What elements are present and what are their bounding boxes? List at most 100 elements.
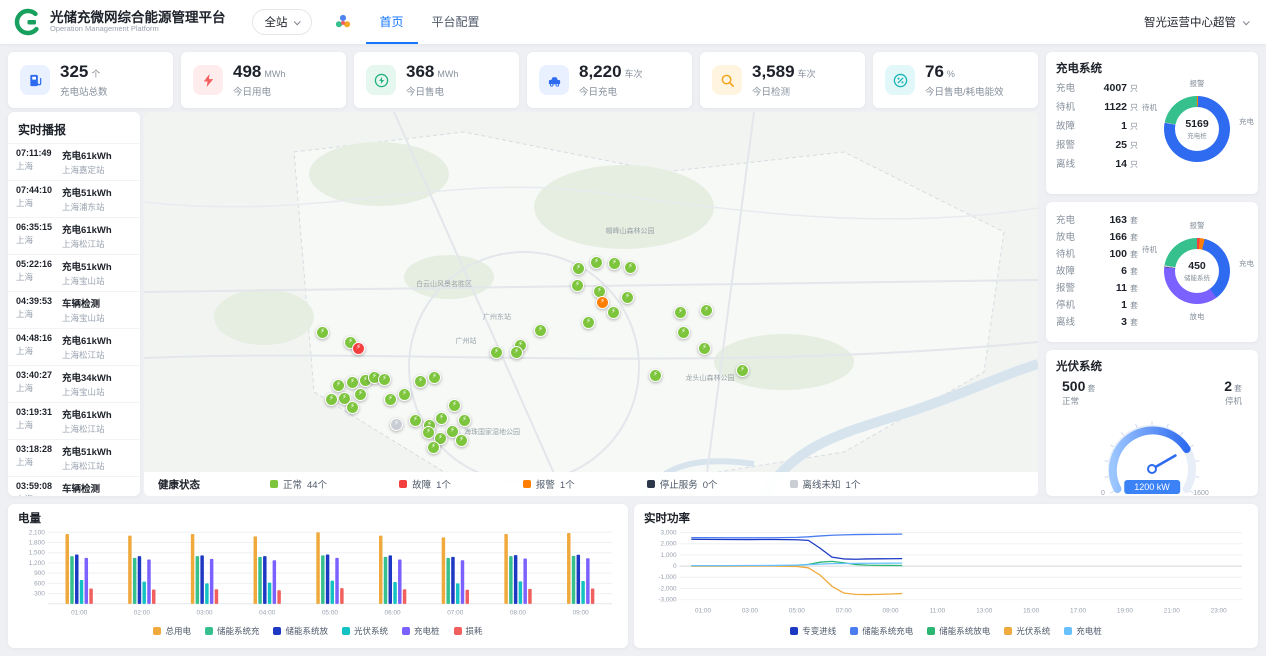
map-marker-normal[interactable]: ⚡ (571, 279, 584, 292)
map-marker-normal[interactable]: ⚡ (700, 304, 713, 317)
efficiency-icon (885, 65, 915, 95)
map-marker-normal[interactable]: ⚡ (582, 316, 595, 329)
user-menu[interactable]: 智光运营中心超管 (1144, 14, 1248, 30)
map-marker-normal[interactable]: ⚡ (428, 371, 441, 384)
health-legend-item[interactable]: 正常44个 (270, 477, 327, 491)
energy-chart-title: 电量 (18, 510, 618, 526)
broadcast-item-time-col: 03:19:31上海 (16, 407, 56, 435)
map-marker-normal[interactable]: ⚡ (455, 434, 468, 447)
map-marker-normal[interactable]: ⚡ (316, 326, 329, 339)
kpi-unit: 个 (91, 67, 100, 80)
health-legend-swatch (523, 480, 531, 488)
pv-normal-stat: 500 套 正常 (1062, 378, 1095, 407)
map-marker-normal[interactable]: ⚡ (698, 342, 711, 355)
chart-legend-item[interactable]: 储能系统充电 (850, 625, 913, 637)
map-marker-normal[interactable]: ⚡ (378, 373, 391, 386)
broadcast-item[interactable]: 04:48:16上海充电61kWh上海松江站 (8, 328, 140, 365)
map-marker-normal[interactable]: ⚡ (490, 346, 503, 359)
map-marker-normal[interactable]: ⚡ (534, 324, 547, 337)
map-marker-normal[interactable]: ⚡ (414, 375, 427, 388)
svg-text:-2,000: -2,000 (658, 586, 677, 593)
svg-text:300: 300 (34, 591, 45, 598)
map-marker-normal[interactable]: ⚡ (427, 441, 440, 454)
map-marker-normal[interactable]: ⚡ (674, 306, 687, 319)
tab-platform-config[interactable]: 平台配置 (418, 0, 494, 44)
kpi-label: 今日检测 (752, 84, 816, 98)
map-marker-normal[interactable]: ⚡ (608, 257, 621, 270)
map-marker-normal[interactable]: ⚡ (409, 414, 422, 427)
health-legend-item[interactable]: 停止服务0个 (647, 477, 718, 491)
chart-legend-item[interactable]: 总用电 (153, 625, 191, 637)
chart-legend-label: 储能系统充 (217, 625, 260, 637)
svg-text:05:00: 05:00 (322, 610, 339, 617)
map-marker-normal[interactable]: ⚡ (590, 256, 603, 269)
power-sale-icon (366, 65, 396, 95)
storage-system-rows: 充电163套放电166套待机100套故障6套报警11套停机1套离线3套 (1056, 212, 1146, 331)
chart-legend-item[interactable]: 储能系统放电 (927, 625, 990, 637)
broadcast-item[interactable]: 07:44:10上海充电51kWh上海浦东站 (8, 180, 140, 217)
map-marker-normal[interactable]: ⚡ (398, 388, 411, 401)
stat-value: 1 (1121, 120, 1127, 132)
chart-legend-swatch (927, 627, 935, 635)
broadcast-time: 03:19:31 (16, 407, 56, 417)
chart-legend-label: 充电桩 (1076, 625, 1102, 637)
map-marker-offline[interactable]: ⚡ (390, 418, 403, 431)
map-marker-normal[interactable]: ⚡ (736, 364, 749, 377)
health-legend-item[interactable]: 离线未知1个 (790, 477, 861, 491)
svg-text:09:00: 09:00 (883, 608, 899, 615)
chart-legend-item[interactable]: 充电桩 (1064, 625, 1102, 637)
map-marker-normal[interactable]: ⚡ (677, 326, 690, 339)
stat-row: 放电166套 (1056, 229, 1146, 246)
map-marker-normal[interactable]: ⚡ (346, 401, 359, 414)
chart-legend-item[interactable]: 损耗 (454, 625, 483, 637)
station-select[interactable]: 全站 (252, 9, 312, 35)
broadcast-item[interactable]: 05:22:16上海充电51kWh上海宝山站 (8, 254, 140, 291)
chart-legend-item[interactable]: 充电桩 (402, 625, 440, 637)
broadcast-city: 上海 (16, 456, 56, 468)
map-marker-fault[interactable]: ⚡ (352, 342, 365, 355)
stat-row: 待机100套 (1056, 246, 1146, 263)
map-marker-normal[interactable]: ⚡ (435, 412, 448, 425)
station-map[interactable]: 帽峰山森林公园白云山风景名胜区广州东站广州站龙头山森林公园海珠国家湿地公园 ⚡⚡… (144, 112, 1038, 496)
map-marker-normal[interactable]: ⚡ (649, 369, 662, 382)
stat-row: 待机1122只 (1056, 99, 1146, 118)
chart-legend-item[interactable]: 专变进线 (790, 625, 836, 637)
tab-home[interactable]: 首页 (366, 0, 418, 44)
map-marker-normal[interactable]: ⚡ (325, 393, 338, 406)
health-legend-label: 离线未知 (803, 477, 841, 491)
stat-row: 离线14只 (1056, 156, 1146, 175)
broadcast-item[interactable]: 04:39:53上海车辆检测上海宝山站 (8, 291, 140, 328)
stat-unit: 只 (1130, 140, 1146, 151)
map-marker-normal[interactable]: ⚡ (624, 261, 637, 274)
broadcast-item[interactable]: 03:19:31上海充电61kWh上海松江站 (8, 402, 140, 439)
map-marker-normal[interactable]: ⚡ (332, 379, 345, 392)
kpi-card: 3,589车次今日检测 (700, 52, 865, 108)
chart-legend-item[interactable]: 储能系统充 (205, 625, 260, 637)
map-marker-normal[interactable]: ⚡ (572, 262, 585, 275)
donut-callout-left: 待机 (1142, 244, 1157, 255)
map-marker-normal[interactable]: ⚡ (458, 414, 471, 427)
broadcast-item[interactable]: 03:59:08上海车辆检测上海静安站 (8, 476, 140, 496)
map-marker-normal[interactable]: ⚡ (607, 306, 620, 319)
map-marker-normal[interactable]: ⚡ (510, 346, 523, 359)
chart-legend-item[interactable]: 光伏系统 (342, 625, 388, 637)
energy-chart-legend: 总用电 储能系统充 储能系统放 光伏系统 充电桩 损耗 (18, 625, 618, 637)
charging-station-icon (20, 65, 50, 95)
map-marker-normal[interactable]: ⚡ (621, 291, 634, 304)
map-marker-normal[interactable]: ⚡ (354, 388, 367, 401)
broadcast-item[interactable]: 06:35:15上海充电61kWh上海松江站 (8, 217, 140, 254)
health-legend-item[interactable]: 故障1个 (399, 477, 451, 491)
map-marker-normal[interactable]: ⚡ (346, 376, 359, 389)
broadcast-item[interactable]: 03:18:28上海充电51kWh上海松江站 (8, 439, 140, 476)
chart-legend-item[interactable]: 光伏系统 (1004, 625, 1050, 637)
broadcast-item[interactable]: 07:11:49上海充电61kWh上海嘉定站 (8, 143, 140, 180)
chart-legend-item[interactable]: 储能系统放 (273, 625, 328, 637)
kpi-value: 76 (925, 62, 944, 82)
health-legend-label: 报警 (536, 477, 555, 491)
stat-row: 报警25只 (1056, 137, 1146, 156)
map-marker-normal[interactable]: ⚡ (448, 399, 461, 412)
map-marker-normal[interactable]: ⚡ (384, 393, 397, 406)
health-legend-item[interactable]: 报警1个 (523, 477, 575, 491)
map-marker-alarm[interactable]: ⚡ (596, 296, 609, 309)
broadcast-item[interactable]: 03:40:27上海充电34kWh上海宝山站 (8, 365, 140, 402)
